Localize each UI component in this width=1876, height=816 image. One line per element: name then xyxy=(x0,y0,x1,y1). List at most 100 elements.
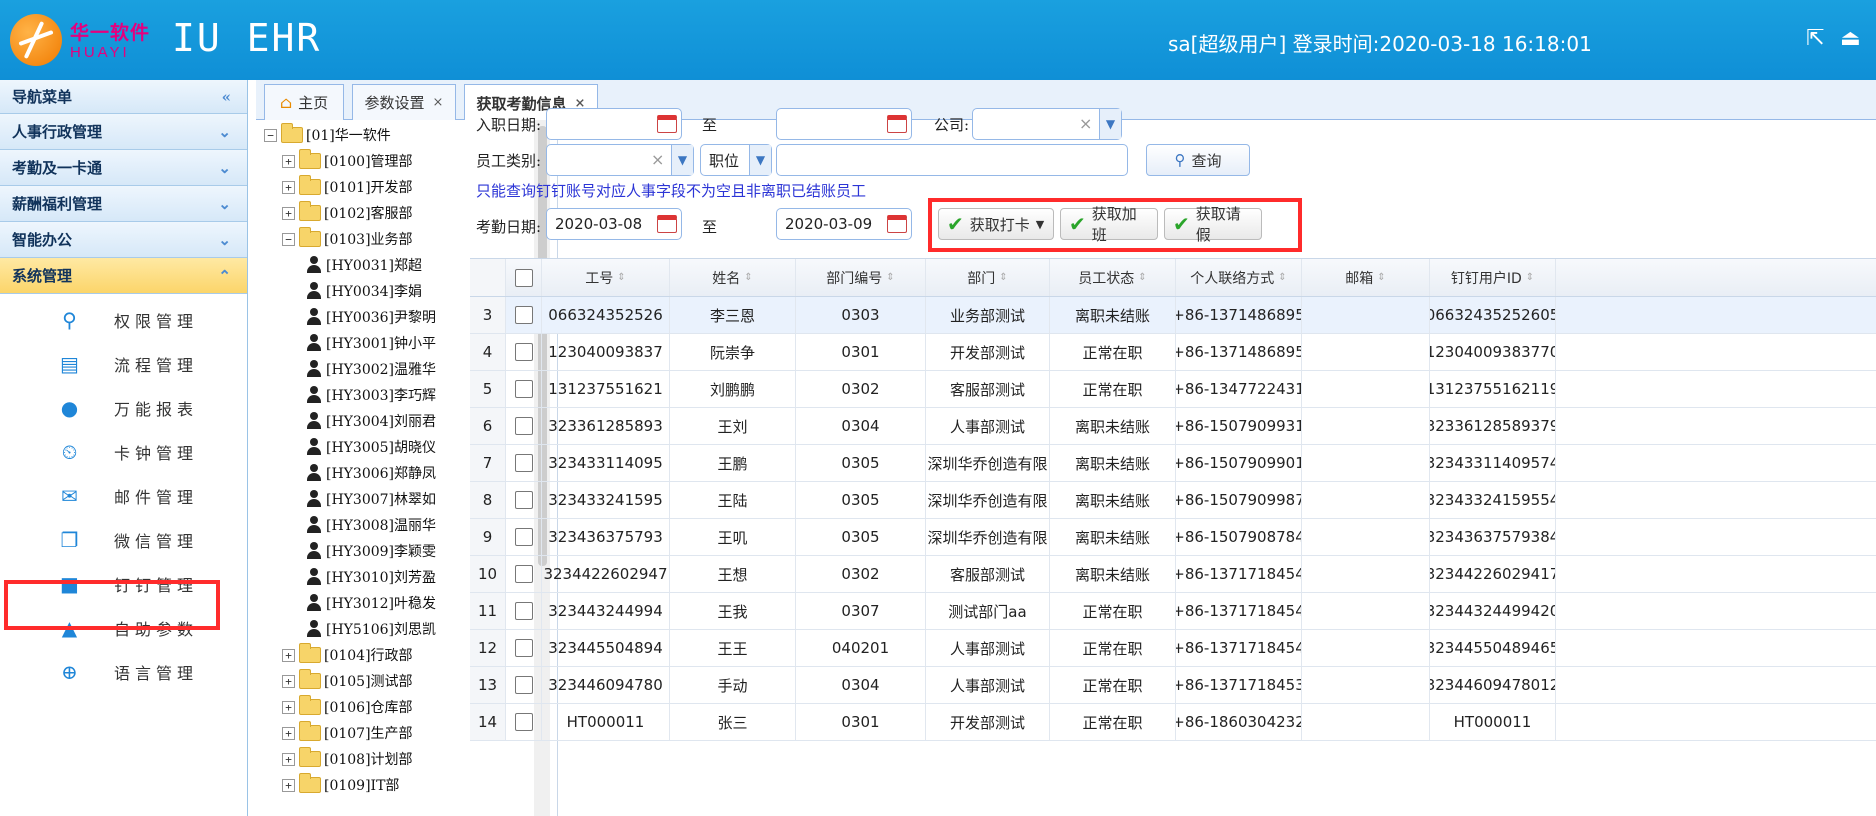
tree-node-dept[interactable]: + [0108]计划部 xyxy=(282,746,413,772)
checkbox[interactable] xyxy=(514,306,533,324)
row-checkbox-cell[interactable] xyxy=(506,667,542,703)
row-checkbox-cell[interactable] xyxy=(506,556,542,592)
checkbox[interactable] xyxy=(514,676,533,694)
table-row[interactable]: 14 HT000011 张三 0301 开发部测试 正常在职 +86-1860304232 H… xyxy=(470,704,1876,741)
clear-icon[interactable]: × xyxy=(651,150,664,169)
tree-node-dept[interactable]: + [0104]行政部 xyxy=(282,642,413,668)
checkbox[interactable] xyxy=(514,454,533,472)
sidebar-item-report[interactable]: ● 万能报表 xyxy=(0,386,247,430)
tree-node-person[interactable]: [HY3010]刘芳盈 xyxy=(306,564,436,590)
upload-icon[interactable]: ⏏ xyxy=(1840,26,1861,51)
position-value-input[interactable] xyxy=(776,144,1128,176)
sidebar-section-system[interactable]: 系统管理 ⌃ xyxy=(0,258,247,294)
row-checkbox-cell[interactable] xyxy=(506,408,542,444)
select-all-checkbox-cell[interactable] xyxy=(506,259,542,296)
expand-toggle-icon[interactable]: + xyxy=(282,206,295,220)
tree-node-dept[interactable]: + [0106]仓库部 xyxy=(282,694,413,720)
dropdown-arrow-icon[interactable]: ▼ xyxy=(671,145,693,175)
tree-node-person[interactable]: [HY0034]李娟 xyxy=(306,278,422,304)
tree-node-person[interactable]: [HY3002]温雅华 xyxy=(306,356,436,382)
collapse-toggle-icon[interactable]: − xyxy=(282,232,295,246)
dropdown-arrow-icon[interactable]: ▼ xyxy=(749,145,771,175)
nav-menu-header[interactable]: 导航菜单 « xyxy=(0,80,247,114)
tree-node-person[interactable]: [HY0031]郑超 xyxy=(306,252,422,278)
tree-node-person[interactable]: [HY3009]李颖雯 xyxy=(306,538,436,564)
collapse-left-icon[interactable]: « xyxy=(222,88,231,106)
tree-node-dept-open[interactable]: − [0103]业务部 xyxy=(282,226,413,252)
sidebar-item-clock[interactable]: ⏲ 卡钟管理 xyxy=(0,430,247,474)
calendar-icon[interactable] xyxy=(657,215,677,233)
expand-toggle-icon[interactable]: + xyxy=(282,726,295,740)
row-checkbox-cell[interactable] xyxy=(506,704,542,740)
row-checkbox-cell[interactable] xyxy=(506,445,542,481)
close-icon[interactable]: × xyxy=(433,95,444,110)
calendar-icon[interactable] xyxy=(887,215,907,233)
table-row[interactable]: 10 3234422602947 王想 0302 客服部测试 离职未结账 +86-13717… xyxy=(470,556,1876,593)
checkbox[interactable] xyxy=(514,343,533,361)
entry-date-from-input[interactable] xyxy=(546,108,682,140)
tree-node-dept[interactable]: + [0105]测试部 xyxy=(282,668,413,694)
expand-toggle-icon[interactable]: + xyxy=(282,648,295,662)
tree-node-person[interactable]: [HY3005]胡晓仪 xyxy=(306,434,436,460)
checkbox[interactable] xyxy=(514,528,533,546)
expand-toggle-icon[interactable]: + xyxy=(282,700,295,714)
checkbox[interactable] xyxy=(514,380,533,398)
position-field-select[interactable]: 职位 ▼ xyxy=(700,144,772,176)
sidebar-item-flow[interactable]: ▤ 流程管理 xyxy=(0,342,247,386)
col-header[interactable]: 部门编号 ⇕ xyxy=(796,259,926,296)
sidebar-item-language[interactable]: ⊕ 语言管理 xyxy=(0,650,247,694)
row-checkbox-cell[interactable] xyxy=(506,482,542,518)
checkbox[interactable] xyxy=(514,268,533,287)
sidebar-section-office[interactable]: 智能办公 ⌄ xyxy=(0,222,247,258)
col-header[interactable]: 个人联络方式 ⇕ xyxy=(1176,259,1302,296)
sidebar-item-permission[interactable]: ⚲ 权限管理 xyxy=(0,298,247,342)
table-row[interactable]: 11 323443244994 王我 0307 测试部门aa 正常在职 +86-137171… xyxy=(470,593,1876,630)
expand-toggle-icon[interactable]: + xyxy=(282,154,295,168)
sidebar-section-hr[interactable]: 人事行政管理 ⌄ xyxy=(0,114,247,150)
row-checkbox-cell[interactable] xyxy=(506,630,542,666)
checkbox[interactable] xyxy=(514,417,533,435)
tree-node-person[interactable]: [HY3012]叶稳发 xyxy=(306,590,436,616)
table-row[interactable]: 13 323446094780 手动 0304 人事部测试 正常在职 +86-1371718… xyxy=(470,667,1876,704)
col-header[interactable]: 邮箱 ⇕ xyxy=(1302,259,1430,296)
tree-node-root[interactable]: − [01]华一软件 xyxy=(264,122,391,148)
expand-toggle-icon[interactable]: + xyxy=(282,180,295,194)
expand-toggle-icon[interactable]: + xyxy=(282,752,295,766)
table-row[interactable]: 9 323436375793 王叽 0305 深圳华乔创造有限 离职未结账 +86-1507… xyxy=(470,519,1876,556)
tab-params[interactable]: 参数设置 × xyxy=(352,84,456,120)
checkbox[interactable] xyxy=(514,639,533,657)
tree-node-person[interactable]: [HY3003]李巧辉 xyxy=(306,382,436,408)
tab-home[interactable]: ⌂ 主页 xyxy=(264,84,344,120)
att-date-to-input[interactable]: 2020-03-09 xyxy=(776,208,912,240)
col-header[interactable]: 姓名 ⇕ xyxy=(670,259,796,296)
export-icon[interactable]: ⇱ xyxy=(1806,26,1824,51)
tree-node-dept[interactable]: + [0100]管理部 xyxy=(282,148,413,174)
tree-node-person[interactable]: [HY3008]温丽华 xyxy=(306,512,436,538)
entry-date-to-input[interactable] xyxy=(776,108,912,140)
collapse-toggle-icon[interactable]: − xyxy=(264,128,277,142)
tree-node-person[interactable]: [HY3006]郑静凤 xyxy=(306,460,436,486)
table-row[interactable]: 6 323361285893 王刘 0304 人事部测试 离职未结账 +86-1507909… xyxy=(470,408,1876,445)
query-button[interactable]: ⚲ 查询 xyxy=(1146,144,1250,176)
tree-node-dept[interactable]: + [0109]IT部 xyxy=(282,772,399,798)
checkbox[interactable] xyxy=(514,713,533,731)
expand-toggle-icon[interactable]: + xyxy=(282,674,295,688)
col-header[interactable]: 工号 ⇕ xyxy=(542,259,670,296)
checkbox[interactable] xyxy=(514,565,533,583)
table-row[interactable]: 4 123040093837 阮崇争 0301 开发部测试 正常在职 +86-1371486… xyxy=(470,334,1876,371)
tree-node-person[interactable]: [HY5106]刘思凯 xyxy=(306,616,436,642)
col-header[interactable]: 员工状态 ⇕ xyxy=(1050,259,1176,296)
sidebar-item-mail[interactable]: ✉ 邮件管理 xyxy=(0,474,247,518)
att-date-from-input[interactable]: 2020-03-08 xyxy=(546,208,682,240)
row-checkbox-cell[interactable] xyxy=(506,371,542,407)
checkbox[interactable] xyxy=(514,491,533,509)
table-row[interactable]: 7 323433114095 王鹏 0305 深圳华乔创造有限 离职未结账 +86-1507… xyxy=(470,445,1876,482)
tree-node-person[interactable]: [HY3001]钟小平 xyxy=(306,330,436,356)
table-row[interactable]: 8 323433241595 王陆 0305 深圳华乔创造有限 离职未结账 +86-1507… xyxy=(470,482,1876,519)
calendar-icon[interactable] xyxy=(887,115,907,133)
tree-node-dept[interactable]: + [0101]开发部 xyxy=(282,174,413,200)
dropdown-arrow-icon[interactable]: ▼ xyxy=(1099,109,1121,139)
tree-node-person[interactable]: [HY0036]尹黎明 xyxy=(306,304,436,330)
sidebar-item-wechat[interactable]: ❐ 微信管理 xyxy=(0,518,247,562)
sidebar-section-attendance[interactable]: 考勤及一卡通 ⌄ xyxy=(0,150,247,186)
